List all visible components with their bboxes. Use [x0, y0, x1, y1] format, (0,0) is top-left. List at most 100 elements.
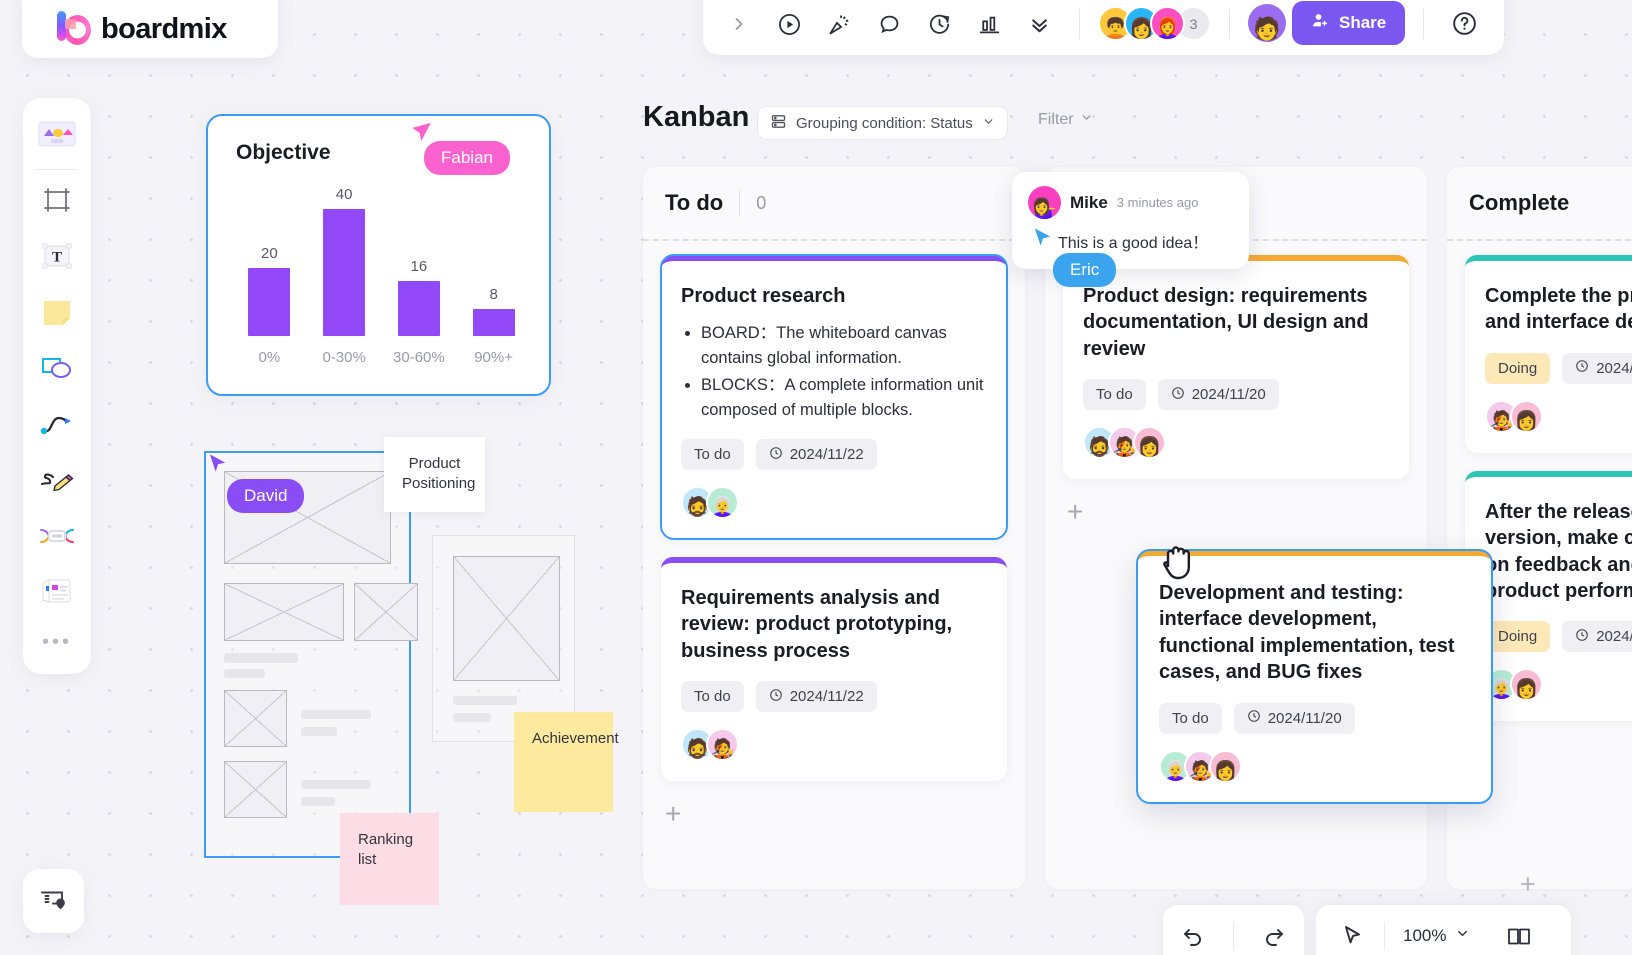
timer-icon[interactable] [917, 2, 961, 46]
sidebar-item-pen[interactable] [30, 454, 84, 510]
pages-button[interactable] [1498, 915, 1540, 955]
status-badge[interactable]: To do [1083, 379, 1146, 411]
chevron-right-icon[interactable] [717, 2, 761, 46]
comment-icon[interactable] [867, 2, 911, 46]
card-assignees[interactable]: 👩‍🦳 🧑‍🎤 👩 [1159, 749, 1470, 783]
toolbar-divider-2 [1229, 9, 1230, 39]
cursor-tag-label: Fabian [441, 148, 493, 167]
sidebar-item-connector[interactable] [30, 398, 84, 454]
kanban-card[interactable]: Complete the prototype design and interf… [1465, 255, 1632, 453]
kanban-column-header: To do 0 [643, 167, 1025, 239]
chevrons-down-icon[interactable] [1017, 2, 1061, 46]
chart-bar [397, 281, 440, 336]
sidebar-more-button[interactable]: ••• [42, 622, 72, 662]
add-card-button[interactable]: + [643, 785, 1025, 843]
card-chips: To do 2024/11/22 [681, 681, 987, 713]
achievement-note[interactable]: Achievement [514, 712, 619, 812]
avatar[interactable]: 👩 [1133, 426, 1166, 460]
wireframe-text-line [301, 710, 371, 719]
chart-bar-icon[interactable] [967, 2, 1011, 46]
wireframe-frame-2[interactable] [432, 535, 575, 742]
boardmix-logo-icon [56, 11, 91, 46]
status-badge[interactable]: Doing [1485, 621, 1551, 653]
due-date-badge[interactable]: 2024/11/18 [1562, 352, 1632, 384]
due-date-badge[interactable]: 2024/11/20 [1233, 702, 1355, 734]
card-assignees[interactable]: 👩‍🦳 👩 [1485, 668, 1632, 702]
due-date-badge[interactable]: 2024/11/22 [755, 681, 877, 713]
avatar[interactable]: 👩‍🦳 [706, 486, 739, 520]
sidebar-item-templates[interactable] [30, 108, 84, 164]
toolbar-divider [1232, 922, 1234, 950]
comment-popover[interactable]: 💁‍♀️ Mike 3 minutes ago This is a good i… [1012, 172, 1249, 269]
add-page-icon[interactable]: + [1520, 869, 1536, 900]
avatar[interactable]: 👩 [1209, 749, 1242, 783]
redo-button[interactable] [1253, 915, 1295, 955]
due-date-badge[interactable]: 2024/11/18 [1562, 621, 1632, 653]
due-date-label: 2024/11/20 [1267, 709, 1342, 727]
card-assignees[interactable]: 🧔 🧑‍🎤 [681, 728, 987, 762]
wireframe-thumb [224, 761, 287, 818]
page-title: Objective [236, 141, 331, 164]
chart-bar [323, 209, 366, 336]
status-badge[interactable]: Doing [1485, 352, 1551, 384]
wireframe-thumb [224, 690, 287, 747]
comment-author: Mike [1070, 192, 1108, 212]
toolbar-divider [1079, 9, 1080, 39]
clock-icon [769, 446, 783, 464]
undo-button[interactable] [1172, 915, 1214, 955]
share-button[interactable]: Share [1292, 1, 1406, 45]
due-date-badge[interactable]: 2024/11/22 [755, 439, 877, 471]
dragged-kanban-card[interactable]: Development and testing: interface devel… [1136, 549, 1493, 804]
kanban-card[interactable]: Requirements analysis and review: produc… [661, 557, 1007, 782]
sidebar-item-frame[interactable] [30, 174, 84, 230]
filter-dropdown[interactable]: Filter [1038, 111, 1093, 129]
product-positioning-note[interactable]: Product Positioning [384, 437, 485, 512]
shapes-icon [39, 353, 75, 388]
wireframe-frame-1[interactable] [204, 451, 418, 858]
card-assignees[interactable]: 🧔 🧑‍🎤 👩 [1083, 426, 1389, 460]
wireframe-text-line [224, 669, 265, 678]
ranking-list-note[interactable]: Ranking list [340, 813, 439, 905]
zoom-level-dropdown[interactable]: 100% [1395, 915, 1478, 955]
status-badge[interactable]: To do [681, 439, 744, 471]
header-divider [739, 189, 741, 217]
chart-bar-group: 8 [456, 186, 531, 336]
card-chips: Doing 2024/11/18 [1485, 621, 1632, 653]
help-icon[interactable] [1442, 1, 1486, 45]
kanban-card[interactable]: Product design: requirements documentati… [1063, 255, 1409, 480]
card-title: Product design: requirements documentati… [1083, 285, 1369, 360]
due-date-badge[interactable]: 2024/11/20 [1157, 379, 1279, 411]
confetti-icon[interactable] [817, 2, 861, 46]
sidebar-item-text[interactable]: T [30, 230, 84, 286]
kanban-column-todo-content: To do 0 Product research BOARD：The whiteboa… [643, 167, 1025, 843]
toolbar-divider-3 [1423, 9, 1425, 39]
play-circle-icon[interactable] [767, 2, 811, 46]
pointer-tool-button[interactable] [1332, 915, 1374, 955]
avatar[interactable]: 👩 [1510, 399, 1543, 433]
brand-name: boardmix [101, 13, 227, 45]
cursor-pointer-eric [1032, 226, 1055, 255]
avatar[interactable]: 👩‍🦰 [1150, 6, 1185, 41]
grouping-condition-dropdown[interactable]: Grouping condition: Status [757, 106, 1008, 140]
sidebar-item-shapes[interactable] [30, 342, 84, 398]
app-logo[interactable]: boardmix [22, 0, 278, 58]
zoom-level-label: 100% [1403, 926, 1447, 945]
avatar[interactable]: 👩 [1510, 668, 1543, 702]
avatar[interactable]: 🧑‍🎤 [706, 728, 739, 762]
current-user-avatar[interactable]: 🧑 [1248, 4, 1286, 42]
text-icon: T [40, 242, 74, 275]
sidebar-item-sticky-note[interactable] [30, 286, 84, 342]
sidebar-item-mind-map[interactable] [30, 510, 84, 566]
status-badge[interactable]: To do [1159, 702, 1222, 734]
cursor-pointer-david [207, 452, 230, 481]
chart-bar-group: 40 [307, 186, 382, 336]
minimap-button[interactable] [23, 869, 84, 933]
collaborator-avatars[interactable]: 🧑‍🦱 👩 👩‍🦰 3 [1098, 6, 1211, 46]
status-badge[interactable]: To do [681, 681, 744, 713]
card-assignees[interactable]: 🧑‍🎤 👩 [1485, 399, 1632, 433]
card-assignees[interactable]: 🧔 👩‍🦳 [681, 486, 987, 520]
kanban-card[interactable]: Product research BOARD：The whiteboard can… [660, 253, 1008, 541]
chart-x-tick-label: 30-60% [393, 349, 445, 366]
add-card-button[interactable]: + [1045, 483, 1427, 541]
sidebar-item-document[interactable] [30, 566, 84, 622]
